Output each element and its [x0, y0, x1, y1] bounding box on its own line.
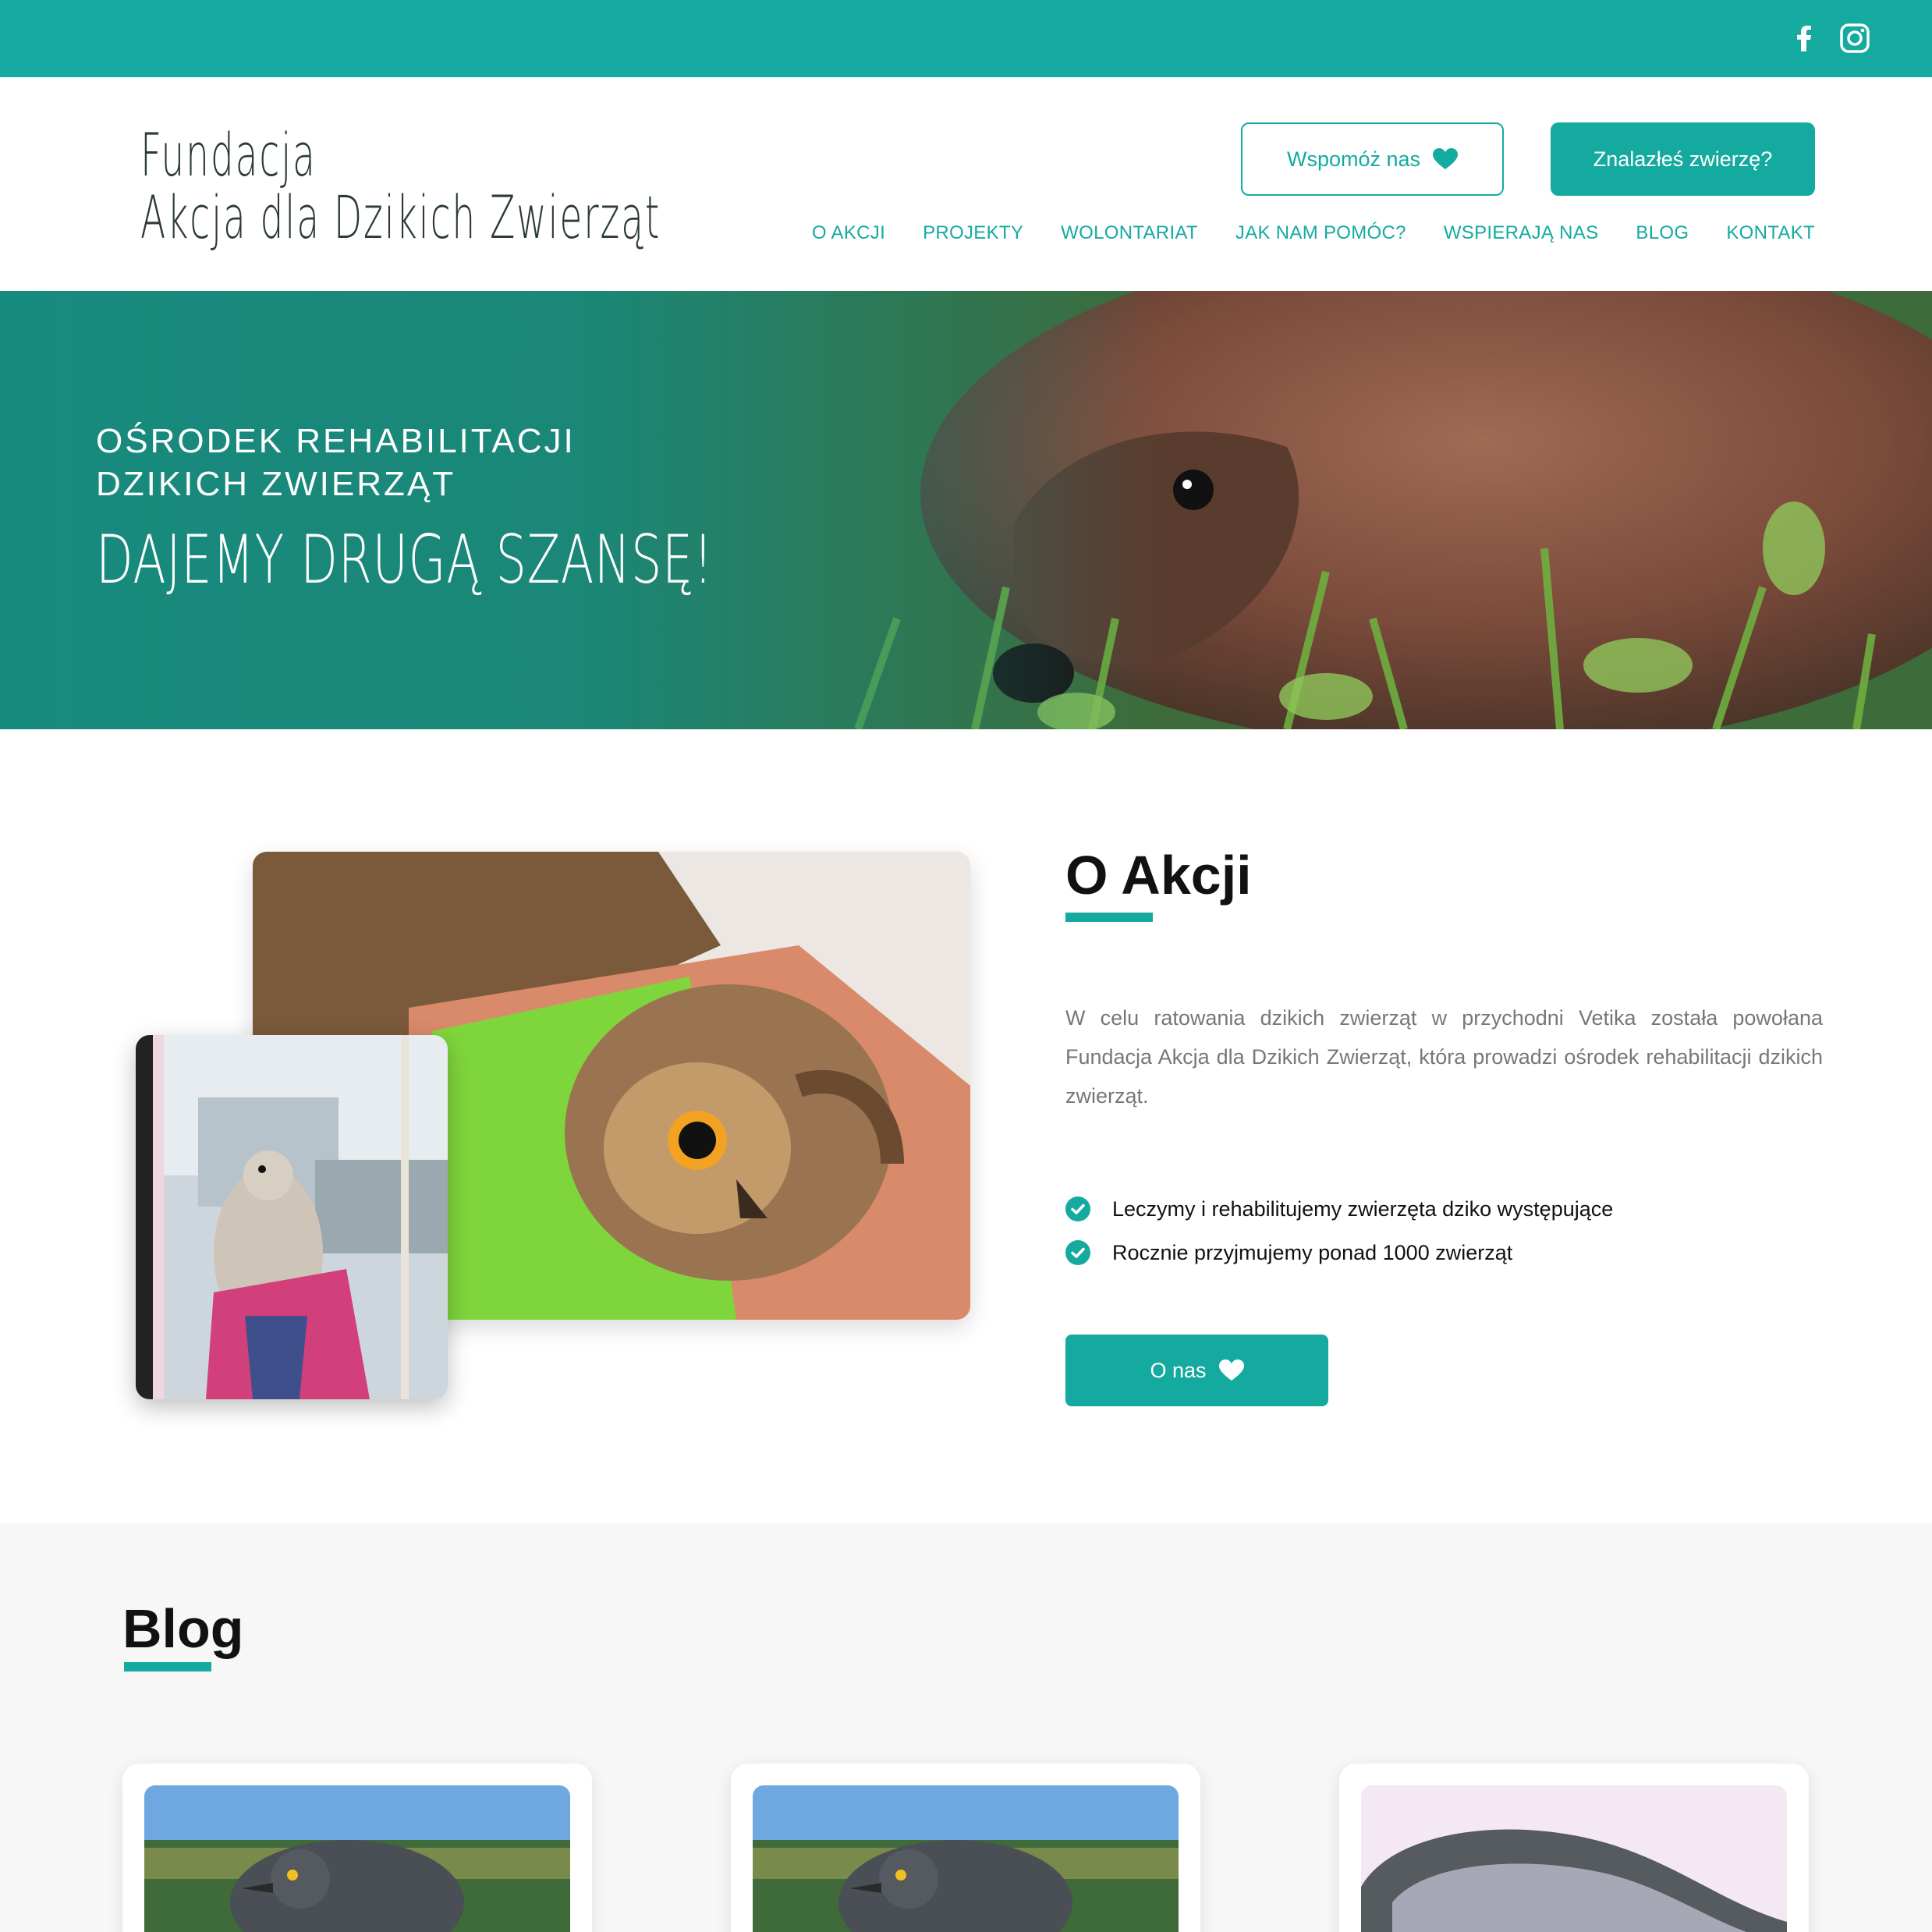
heart-icon: [1218, 1359, 1244, 1381]
main-nav: O AKCJI PROJEKTY WOLONTARIAT JAK NAM POM…: [812, 222, 1815, 244]
blog-card[interactable]: [122, 1764, 592, 1932]
hero-title: DAJEMY DRUGĄ SZANSĘ!: [96, 521, 714, 599]
hero-subtitle: OŚRODEK REHABILITACJI DZIKICH ZWIERZĄT: [96, 420, 953, 505]
heart-icon: [1433, 148, 1459, 169]
hero-subtitle-line-1: OŚRODEK REHABILITACJI: [96, 422, 576, 460]
nav-item-jak-nam-pomoc[interactable]: JAK NAM POMÓC?: [1235, 222, 1406, 244]
about-us-button[interactable]: O nas: [1065, 1335, 1328, 1406]
about-description: W celu ratowania dzikich zwierząt w przy…: [1065, 1006, 1823, 1108]
nav-item-wspieraja-nas[interactable]: WSPIERAJĄ NAS: [1444, 222, 1599, 244]
about-title: O Akcji: [1065, 845, 1252, 906]
top-bar: [0, 0, 1932, 77]
dove-photo: [136, 1035, 448, 1399]
found-animal-label: Znalazłeś zwierzę?: [1593, 147, 1773, 171]
hero-text: OŚRODEK REHABILITACJI DZIKICH ZWIERZĄT D…: [96, 420, 953, 599]
support-us-label: Wspomóż nas: [1286, 147, 1421, 171]
nav-item-o-akcji[interactable]: O AKCJI: [812, 222, 885, 244]
found-animal-button[interactable]: Znalazłeś zwierzę?: [1551, 122, 1815, 196]
blog-section: Blog: [0, 1523, 1932, 1932]
bullet-text: Rocznie przyjmujemy ponad 1000 zwierząt: [1112, 1240, 1513, 1264]
social-links: [1788, 22, 1871, 55]
facebook-icon[interactable]: [1788, 22, 1821, 55]
about-us-label: O nas: [1150, 1358, 1207, 1382]
logo-line-1: Fundacja: [140, 120, 317, 190]
blog-card-image: [753, 1785, 1179, 1932]
hero-subtitle-line-2: DZIKICH ZWIERZĄT: [96, 465, 456, 503]
hero-banner: OŚRODEK REHABILITACJI DZIKICH ZWIERZĄT D…: [0, 291, 1932, 729]
check-circle-icon: [1065, 1240, 1090, 1265]
nav-item-blog[interactable]: BLOG: [1636, 222, 1689, 244]
blog-title: Blog: [122, 1598, 244, 1659]
check-circle-icon: [1065, 1196, 1090, 1221]
bullet-text: Leczymy i rehabilitujemy zwierzęta dziko…: [1112, 1196, 1614, 1221]
logo[interactable]: Fundacja Akcja dla Dzikich Zwierząt: [117, 101, 710, 272]
blog-card[interactable]: [731, 1764, 1200, 1932]
blog-title-underline: [124, 1662, 211, 1671]
instagram-icon[interactable]: [1838, 22, 1871, 55]
list-item: Leczymy i rehabilitujemy zwierzęta dziko…: [1065, 1187, 1613, 1231]
nav-item-wolontariat[interactable]: WOLONTARIAT: [1061, 222, 1198, 244]
about-bullet-list: Leczymy i rehabilitujemy zwierzęta dziko…: [1065, 1187, 1613, 1274]
list-item: Rocznie przyjmujemy ponad 1000 zwierząt: [1065, 1231, 1613, 1274]
nav-item-kontakt[interactable]: KONTAKT: [1726, 222, 1815, 244]
about-title-underline: [1065, 913, 1153, 922]
support-us-button[interactable]: Wspomóż nas: [1241, 122, 1504, 196]
nav-item-projekty[interactable]: PROJEKTY: [923, 222, 1023, 244]
blog-card-image: [144, 1785, 570, 1932]
site-header: Fundacja Akcja dla Dzikich Zwierząt Wspo…: [0, 77, 1932, 291]
blog-card-image: [1361, 1785, 1787, 1932]
blog-card[interactable]: [1339, 1764, 1809, 1932]
